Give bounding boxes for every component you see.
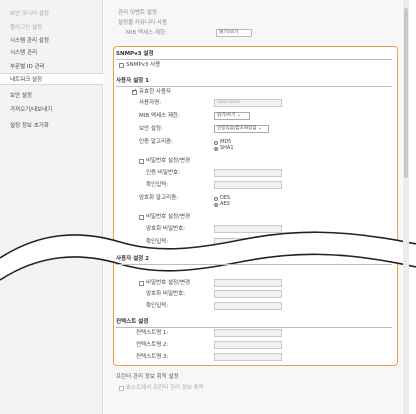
enc-algo-label: 암호화 알고리즘: (139, 195, 179, 201)
enc-aes-radio[interactable] (214, 203, 218, 207)
top-line-2: 설정을 커뮤니티 사용 (118, 20, 168, 26)
security-label: 보안 설정: (139, 126, 163, 132)
printer-mgmt-checkbox[interactable] (119, 386, 124, 391)
auth-sha1-radio[interactable] (214, 147, 218, 151)
auth-sha1-label: SHA1 (220, 145, 234, 151)
user2-title: 사용자 설정 2 (116, 256, 149, 262)
divider (116, 264, 392, 265)
user2-enc-pw-confirm-input[interactable] (214, 302, 282, 310)
divider (116, 86, 392, 87)
context-title: 컨텍스트 설정 (116, 319, 149, 325)
user2-enc-pw-input[interactable] (214, 290, 282, 298)
snmpv3-use-label: SNMPv3 사용 (126, 62, 161, 68)
security-select[interactable]: 인증있음/암호화있음 ⌄ (214, 125, 269, 133)
snmpv3-title: SNMPv3 설정 (116, 51, 154, 57)
auth-pw-input[interactable] (214, 169, 282, 177)
username-input[interactable]: username (214, 99, 282, 107)
sidebar-item-system-mgmt-settings[interactable]: 시스템 관리 설정 (0, 35, 103, 47)
context-name-1-input[interactable] (214, 329, 282, 337)
sidebar-item-security[interactable]: 보안 설정 (0, 90, 103, 102)
enc-aes-label: AES (220, 201, 230, 207)
context-name-2-input[interactable] (214, 341, 282, 349)
printer-mgmt-title: 프린터 관리 정보 취득 설정 (116, 374, 179, 380)
user2-enc-pw-label: 암호화 비밀번호: (146, 291, 186, 297)
snmpv3-use-checkbox[interactable] (119, 63, 124, 68)
auth-pw-change-checkbox[interactable] (139, 159, 144, 164)
auth-md5-radio[interactable] (214, 141, 218, 145)
torn-break-graphic (0, 231, 416, 281)
user1-enable-label: 유효한 사용자 (139, 89, 172, 95)
top-line-1: 관리 이벤트 설정 (118, 10, 157, 16)
user2-pw-change-checkbox[interactable] (139, 281, 144, 286)
sidebar-item-system-mgmt[interactable]: 시스템 관리 (0, 47, 103, 59)
scrollbar-thumb[interactable] (404, 8, 408, 178)
divider (116, 59, 392, 60)
auth-pw-confirm-input[interactable] (214, 181, 282, 189)
top-line-3: MIB 액세스 제한: (126, 30, 167, 36)
sidebar-item-import-export[interactable]: 가져오기/내보내기 (0, 104, 103, 116)
top-mib-select[interactable]: 읽기/쓰기 (216, 29, 252, 37)
mib-select[interactable]: 읽기/쓰기 ⌄ (214, 112, 250, 120)
user2-pw-change-label: 비밀번호 설정/변경 (146, 280, 191, 286)
mib-label: MIB 액세스 제한: (139, 113, 180, 119)
sidebar-item-plugin[interactable]: 플러그인 설정 (0, 22, 103, 34)
context-name-3-label: 컨텍스트명 3: (136, 354, 169, 360)
enc-des-radio[interactable] (214, 197, 218, 201)
sidebar-item-dept-id[interactable]: 부문별 ID 관리 (0, 61, 103, 73)
context-name-3-input[interactable] (214, 353, 282, 361)
auth-pw-change-label: 비밀번호 설정/변경 (146, 158, 191, 164)
user2-field[interactable] (214, 279, 282, 287)
username-label: 사용자명: (139, 100, 162, 106)
printer-mgmt-row: 호스트에서 프린터 관리 정보 취득 (126, 385, 204, 391)
sidebar-item-network[interactable]: 네트워크 설정 (0, 73, 103, 85)
user1-title: 사용자 설정 1 (116, 78, 149, 84)
user1-enable-checkbox[interactable] (132, 88, 137, 95)
auth-pw-confirm-label: 확인입력: (146, 182, 169, 188)
sidebar-item-reset[interactable]: 설정 정보 초기화 (0, 120, 103, 132)
sidebar-item-security-monitor[interactable]: 보안 모니터 설정 (0, 8, 103, 20)
auth-pw-label: 인증 비밀번호: (146, 170, 180, 176)
user2-enc-pw-confirm-label: 확인입력: (146, 303, 169, 309)
context-name-1-label: 컨텍스트명 1: (136, 330, 169, 336)
auth-algo-label: 인증 알고리즘: (139, 139, 173, 145)
divider (116, 327, 392, 328)
context-name-2-label: 컨텍스트명 2: (136, 342, 169, 348)
